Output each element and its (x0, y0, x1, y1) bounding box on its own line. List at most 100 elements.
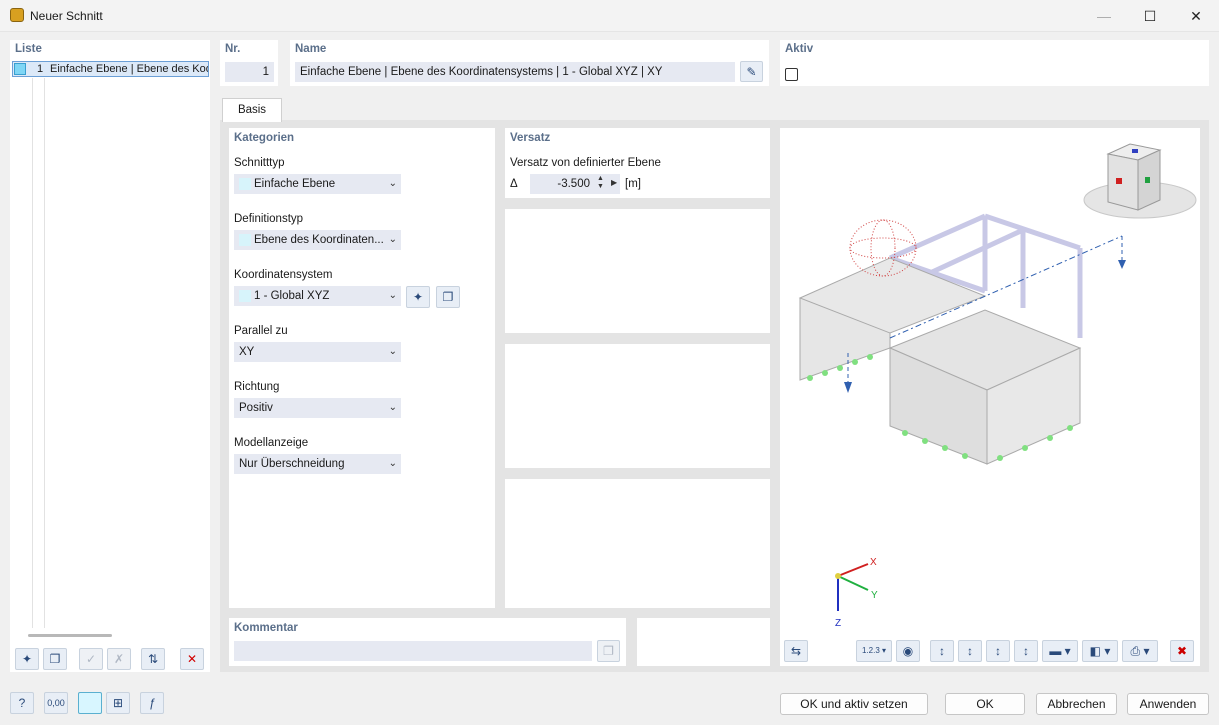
modellanzeige-select[interactable]: Nur Überschneidung ⌄ (234, 454, 401, 474)
display-button[interactable]: ◉ (896, 640, 920, 662)
view-z-icon: ↕ (995, 644, 1001, 658)
koordinatensystem-select[interactable]: 1 - Global XYZ ⌄ (234, 286, 401, 306)
nr-panel: Nr. 1 (220, 40, 278, 86)
horizontal-scrollbar[interactable] (28, 634, 112, 637)
select-objects-button[interactable]: ⊞ (106, 692, 130, 714)
units-label: 0,00 (47, 698, 65, 708)
copy-item-button[interactable]: ❐ (43, 648, 67, 670)
copy-icon: ❐ (603, 644, 614, 658)
view-z-button[interactable]: ↕ (986, 640, 1010, 662)
arrow-down-icon (1118, 260, 1126, 269)
list-item[interactable]: 1 Einfache Ebene | Ebene des Koordinaten… (12, 61, 209, 77)
chevron-right-icon[interactable]: ▶ (611, 178, 617, 187)
new-item-button[interactable]: ✦ (15, 648, 39, 670)
numbering-button[interactable]: 1.2.3 ▾ (856, 640, 892, 662)
arrow-down-icon (844, 382, 852, 393)
spinner-icon[interactable]: ▲ ▼ (597, 175, 604, 191)
koordinatensystem-value: 1 - Global XYZ (254, 290, 330, 302)
units-button[interactable]: 0,00 (44, 692, 68, 714)
edit-coordinate-system-button[interactable]: ❐ (436, 286, 460, 308)
formula-button[interactable]: ƒ (140, 692, 164, 714)
print-button[interactable]: ⎙ ▾ (1122, 640, 1158, 662)
apply-button[interactable]: Anwenden (1127, 693, 1209, 715)
model-viewer[interactable]: X Y Z ⇆ 1.2.3 ▾ ◉ ↕ ↕ ↕ ↕ ▬ ▾ ◧ ▾ ⎙ ▾ ✖ (780, 128, 1200, 666)
check-all-button[interactable]: ✓ (79, 648, 103, 670)
schnitttyp-select[interactable]: Einfache Ebene ⌄ (234, 174, 401, 194)
parallel-select[interactable]: XY ⌄ (234, 342, 401, 362)
definitionstyp-select[interactable]: Ebene des Koordinaten... ⌄ (234, 230, 401, 250)
edit-name-button[interactable]: ✎ (740, 61, 763, 82)
name-field[interactable]: Einfache Ebene | Ebene des Koordinatensy… (295, 62, 735, 82)
model-graphic: X Y Z (798, 143, 1197, 629)
axis-y-label: Y (871, 590, 878, 601)
modellanzeige-value: Nur Überschneidung (239, 458, 345, 470)
delete-button[interactable]: ✕ (180, 648, 204, 670)
chevron-down-icon: ⌄ (388, 458, 397, 469)
chevron-down-icon: ⌄ (388, 178, 397, 189)
view-settings-button[interactable]: ⇆ (784, 640, 808, 662)
minimize-button[interactable]: — (1081, 0, 1127, 32)
parallel-value: XY (239, 346, 255, 358)
empty-panel (505, 344, 770, 468)
tree-line (32, 78, 33, 628)
iso-view-button[interactable]: ◧ ▾ (1082, 640, 1118, 662)
axis-z-label: Z (835, 618, 841, 629)
uncheck-icon: ✗ (113, 652, 125, 666)
app-icon (10, 8, 24, 22)
aktiv-panel: Aktiv (780, 40, 1209, 86)
help-button[interactable]: ? (10, 692, 34, 714)
kommentar-input[interactable] (234, 641, 592, 661)
printer-icon: ⎙ (1130, 644, 1141, 658)
list-item-label: Einfache Ebene | Ebene des Koordinatensy… (50, 63, 208, 75)
edit-coordinate-system-icon: ❐ (442, 290, 454, 304)
view-minus-y-button[interactable]: ↕ (958, 640, 982, 662)
view-x-button[interactable]: ↕ (930, 640, 954, 662)
definitionstyp-label: Definitionstyp (234, 213, 304, 225)
tab-basis[interactable]: Basis (222, 98, 282, 122)
versatz-label: Versatz von definierter Ebene (510, 157, 661, 169)
aktiv-checkbox[interactable] (785, 68, 798, 81)
name-label: Name (295, 43, 327, 55)
empty-panel (637, 618, 770, 666)
ok-and-activate-button[interactable]: OK und aktiv setzen (780, 693, 928, 715)
schnitttyp-label: Schnitttyp (234, 157, 285, 169)
kategorien-panel: Kategorien Schnitttyp Einfache Ebene ⌄ D… (229, 128, 495, 608)
check-icon: ✓ (85, 652, 97, 666)
view-x-icon: ↕ (939, 644, 945, 658)
swatch-icon (239, 290, 251, 302)
formula-icon: ƒ (148, 696, 156, 710)
nr-field[interactable]: 1 (225, 62, 274, 82)
versatz-input[interactable]: -3.500 (530, 174, 620, 194)
swatch-icon (239, 234, 251, 246)
render-mode-button[interactable]: ▬ ▾ (1042, 640, 1078, 662)
ok-button[interactable]: OK (945, 693, 1025, 715)
view-minus-z-button[interactable]: ↕ (1014, 640, 1038, 662)
kommentar-label: Kommentar (234, 622, 298, 634)
delete-icon: ✕ (186, 652, 198, 666)
versatz-panel: Versatz Versatz von definierter Ebene Δ … (505, 128, 770, 198)
close-button[interactable]: ✕ (1173, 0, 1219, 32)
swatch-icon (239, 178, 251, 190)
axis-triad-icon (835, 563, 869, 611)
copy-icon: ❐ (49, 652, 61, 666)
list-title: Liste (15, 43, 42, 55)
renumber-button[interactable]: ⇅ (141, 648, 165, 670)
kommentar-library-button[interactable]: ❐ (597, 640, 620, 662)
cancel-button[interactable]: Abbrechen (1036, 693, 1117, 715)
richtung-select[interactable]: Positiv ⌄ (234, 398, 401, 418)
reset-view-button[interactable]: ✖ (1170, 640, 1194, 662)
schnitttyp-value: Einfache Ebene (254, 178, 336, 190)
title-bar: Neuer Schnitt — ☐ ✕ (0, 0, 1219, 32)
renumber-icon: ⇅ (147, 652, 159, 666)
maximize-button[interactable]: ☐ (1127, 0, 1173, 32)
aktiv-label: Aktiv (785, 43, 814, 55)
zoom-reset-icon: ✖ (1176, 644, 1188, 658)
chevron-down-icon: ⌄ (388, 290, 397, 301)
uncheck-button[interactable]: ✗ (107, 648, 131, 670)
parallel-label: Parallel zu (234, 325, 288, 337)
new-coordinate-system-button[interactable]: ✦ (406, 286, 430, 308)
nr-label: Nr. (225, 43, 241, 55)
kommentar-panel: Kommentar ❐ (229, 618, 626, 666)
color-button[interactable] (78, 692, 102, 714)
list-panel: Liste 1 Einfache Ebene | Ebene des Koord… (10, 40, 210, 672)
